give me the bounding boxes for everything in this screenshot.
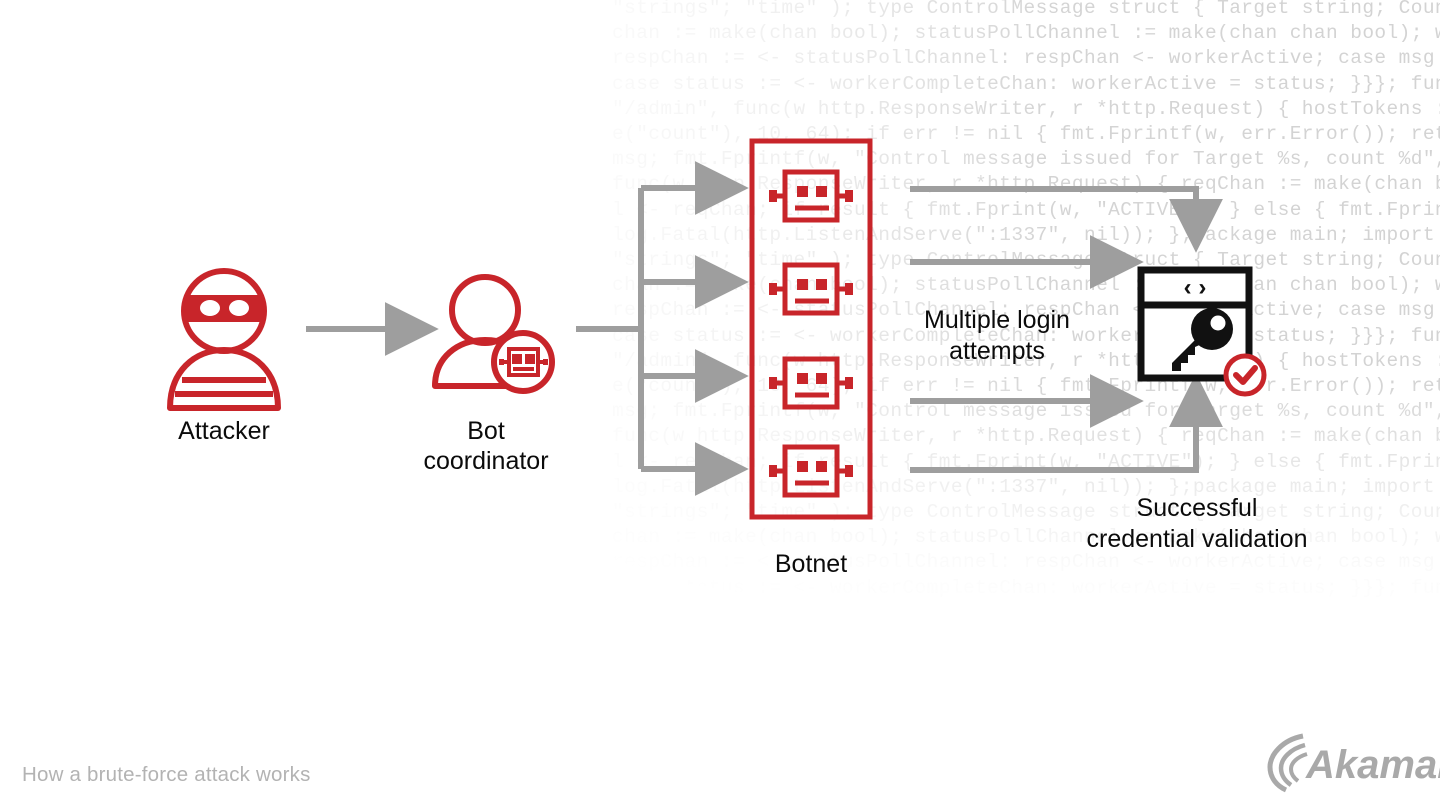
bot-coordinator-icon — [432, 274, 555, 394]
successful-validation-label-line2: credential validation — [1086, 525, 1308, 553]
successful-validation-label-line1: Successful — [1136, 494, 1258, 522]
multiple-login-attempts-label-line1: Multiple login — [924, 306, 1070, 334]
robot-face-icon — [769, 262, 853, 316]
botnet-box — [749, 138, 873, 520]
bot-coordinator-label-line2: coordinator — [423, 447, 549, 475]
bot-coordinator-label-line1: Bot — [467, 417, 505, 445]
page-caption: How a brute-force attack works — [22, 763, 311, 786]
attacker-icon — [167, 268, 281, 411]
code-brackets-glyph: ‹ › — [1184, 274, 1207, 301]
attacker-eye-left — [200, 300, 220, 316]
check-circle-icon — [1223, 353, 1267, 397]
robot-face-icon — [769, 444, 853, 498]
multiple-login-attempts-label-line2: attempts — [949, 337, 1045, 365]
bandit-mask-band — [184, 295, 264, 322]
akamai-wordmark: Akamai — [1305, 743, 1440, 787]
akamai-wave-logo: Akamai — [1267, 733, 1440, 793]
botnet-label: Botnet — [774, 550, 848, 578]
botnet-group — [749, 138, 873, 520]
diagram-canvas: "strings"; "time" ); type ControlMessage… — [0, 0, 1440, 810]
robot-face-icon — [769, 356, 853, 410]
attacker-label: Attacker — [178, 417, 270, 445]
arrow-bot-1-to-target — [910, 186, 1223, 253]
browser-window-key-icon: ‹ › — [1137, 266, 1267, 397]
robot-face-icon — [769, 169, 853, 223]
arrow-bot-4-to-target — [910, 373, 1223, 473]
coordinator-head — [449, 274, 521, 346]
attacker-eye-right — [229, 300, 249, 316]
